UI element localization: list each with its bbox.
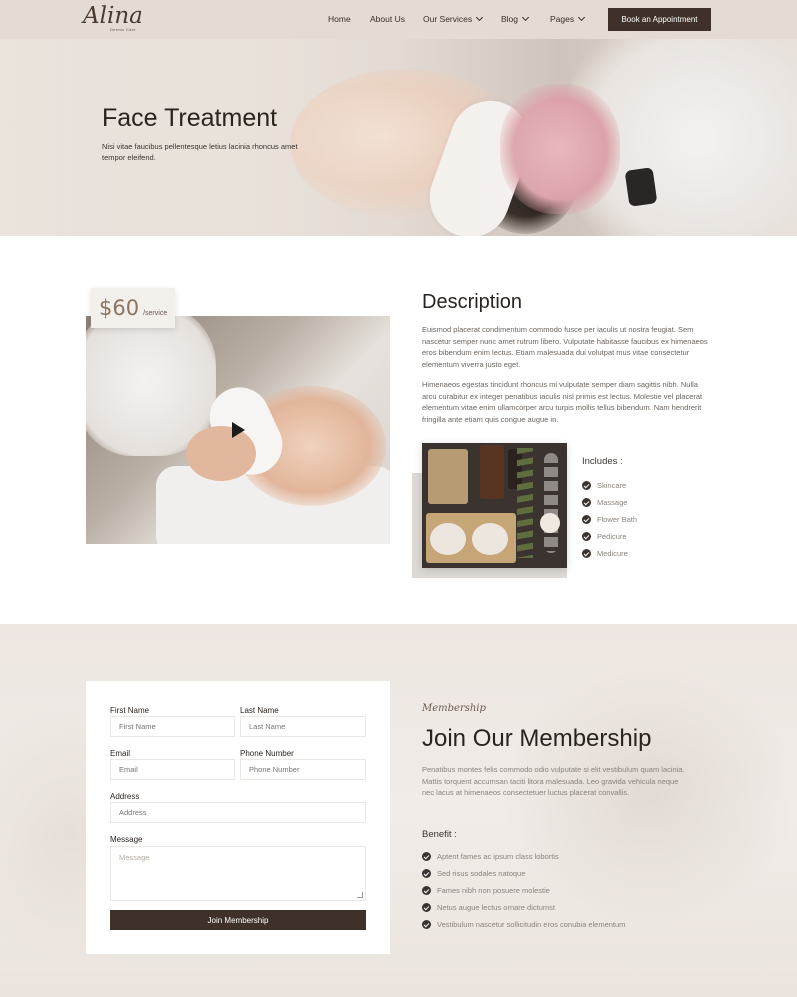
address-label: Address — [110, 792, 140, 801]
service-video-thumbnail[interactable] — [86, 316, 390, 544]
nav-item-label: About Us — [370, 14, 405, 24]
top-navbar: Alina Dermis Care Home About Us Our Serv… — [0, 0, 797, 39]
nav-item-pages[interactable]: Pages — [550, 13, 586, 24]
list-item: Medicure — [582, 545, 637, 562]
check-circle-icon — [422, 852, 431, 861]
check-circle-icon — [582, 498, 591, 507]
membership-tagline: Membership — [422, 703, 486, 714]
product-photo-bowl — [430, 523, 466, 555]
nav-item-label: Our Services — [423, 14, 473, 24]
message-label: Message — [110, 835, 143, 844]
join-membership-button[interactable]: Join Membership — [110, 910, 366, 930]
check-circle-icon — [422, 886, 431, 895]
product-photo-bowl — [472, 523, 508, 555]
message-placeholder: Message — [119, 853, 150, 862]
last-name-field[interactable] — [240, 716, 366, 737]
price-value: $60 — [99, 296, 140, 320]
nav-item-services[interactable]: Our Services — [423, 13, 484, 24]
nav-item-blog[interactable]: Blog — [501, 13, 530, 24]
nav-item-label: Pages — [550, 14, 575, 24]
first-name-label: First Name — [110, 706, 150, 715]
phone-field[interactable] — [240, 759, 366, 780]
chevron-down-icon — [578, 13, 586, 22]
hero-banner: Face Treatment Nisi vitae faucibus pelle… — [0, 39, 797, 236]
list-item-label: Aptent fames ac ipsum class lobortis — [437, 852, 559, 861]
product-photo-bottle — [480, 445, 504, 499]
logo-tagline: Dermis Care — [110, 27, 136, 32]
list-item-label: Fames nibh non posuere molestie — [437, 886, 550, 895]
product-photo-bamboo — [428, 449, 468, 504]
list-item: Netus augue lectus ornare dictumst — [422, 899, 625, 916]
product-photo-stones — [544, 453, 558, 553]
list-item: Massage — [582, 494, 637, 511]
list-item-label: Pedicure — [597, 532, 627, 541]
list-item-label: Flower Bath — [597, 515, 638, 524]
list-item: Sed risus sodales natoque — [422, 865, 625, 882]
check-circle-icon — [582, 549, 591, 558]
resize-handle-icon[interactable] — [357, 892, 363, 898]
product-image — [422, 443, 567, 568]
includes-heading: Includes : — [582, 456, 623, 467]
list-item: Fames nibh non posuere molestie — [422, 882, 625, 899]
last-name-label: Last Name — [240, 706, 279, 715]
description-paragraph-1: Euismod placerat condimentum commodo fus… — [422, 325, 708, 369]
benefit-heading: Benefit : — [422, 829, 457, 840]
check-circle-icon — [582, 532, 591, 541]
description-heading: Description — [422, 291, 523, 313]
hero-subtitle: Nisi vitae faucibus pellentesque letius … — [102, 142, 298, 162]
hero-overlay — [0, 39, 797, 236]
description-paragraph-2: Himenaeos egestas tincidunt rhoncus mi v… — [422, 380, 703, 424]
address-field[interactable] — [110, 802, 366, 823]
membership-form: First Name Last Name Email Phone Number … — [86, 681, 390, 954]
check-circle-icon — [422, 920, 431, 929]
price-unit: /service — [143, 310, 168, 317]
list-item-label: Massage — [597, 498, 628, 507]
message-field[interactable]: Message — [110, 846, 366, 901]
list-item: Skincare — [582, 477, 637, 494]
email-label: Email — [110, 749, 131, 758]
play-icon[interactable] — [232, 422, 245, 438]
membership-heading: Join Our Membership — [422, 725, 652, 752]
product-photo-leaves — [517, 448, 533, 558]
check-circle-icon — [422, 869, 431, 878]
list-item-label: Vestibulum nascetur sollicitudin eros co… — [437, 920, 626, 929]
list-item-label: Medicure — [597, 549, 628, 558]
chevron-down-icon — [521, 13, 530, 22]
list-item: Vestibulum nascetur sollicitudin eros co… — [422, 916, 625, 933]
membership-paragraph: Penatibus montes felis commodo odio vulp… — [422, 765, 685, 797]
check-circle-icon — [422, 903, 431, 912]
nav-item-label: Blog — [501, 14, 519, 24]
list-item: Pedicure — [582, 528, 637, 545]
includes-list: Skincare Massage Flower Bath Pedicure Me… — [582, 477, 637, 562]
list-item-label: Skincare — [597, 481, 627, 490]
first-name-field[interactable] — [110, 716, 235, 737]
page-title: Face Treatment — [102, 104, 278, 132]
email-field[interactable] — [110, 759, 235, 780]
list-item-label: Netus augue lectus ornare dictumst — [437, 903, 555, 912]
nav-item-label: Home — [328, 14, 351, 24]
logo[interactable]: Alina — [83, 4, 143, 28]
chevron-down-icon — [476, 13, 484, 22]
service-photo-hand — [186, 426, 256, 481]
phone-label: Phone Number — [240, 749, 294, 758]
list-item-label: Sed risus sodales natoque — [437, 869, 526, 878]
price-badge: $60 /service — [91, 288, 175, 328]
product-photo-candle — [540, 513, 560, 533]
list-item: Flower Bath — [582, 511, 637, 528]
book-appointment-button[interactable]: Book an Appointment — [608, 8, 711, 31]
nav-item-about[interactable]: About Us — [370, 14, 405, 24]
nav-item-home[interactable]: Home — [328, 14, 351, 24]
list-item: Aptent fames ac ipsum class lobortis — [422, 848, 625, 865]
benefit-list: Aptent fames ac ipsum class lobortis Sed… — [422, 848, 625, 933]
check-circle-icon — [582, 515, 591, 524]
check-circle-icon — [582, 481, 591, 490]
